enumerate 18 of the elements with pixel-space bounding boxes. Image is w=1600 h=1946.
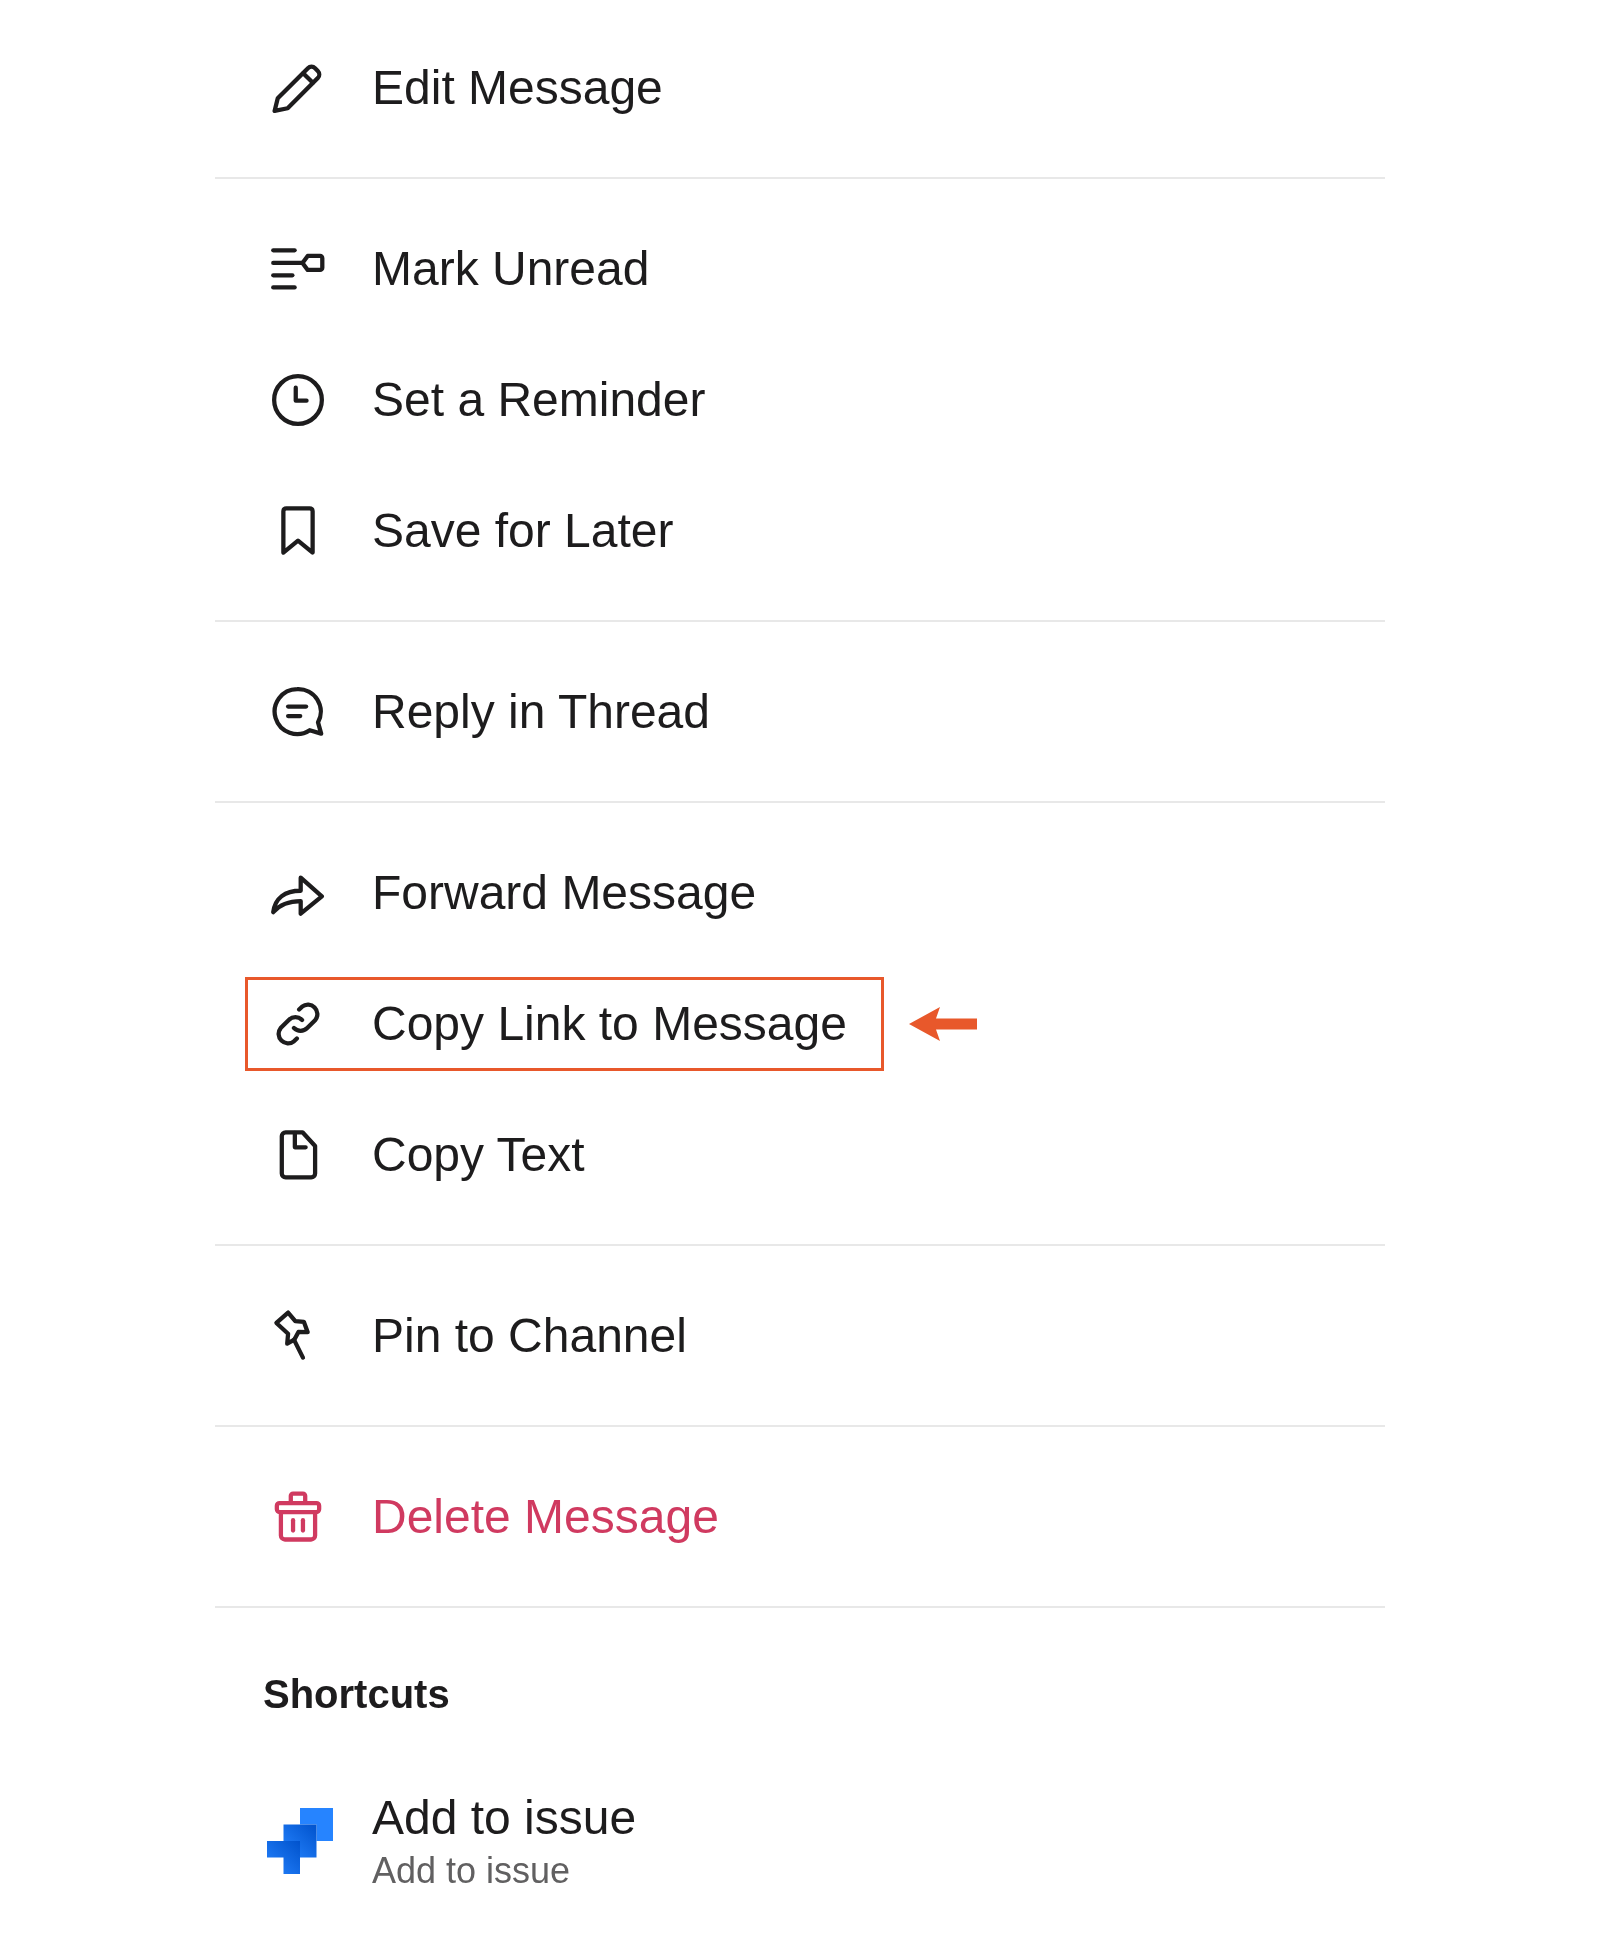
annotation-arrow	[908, 1004, 977, 1043]
menu-item[interactable]: Set a Reminder	[245, 352, 743, 447]
speech-bubble-icon	[271, 684, 325, 739]
clock-icon	[271, 372, 325, 427]
shortcut-title: Add to issue	[372, 1790, 637, 1845]
menu-item[interactable]: Pin to Channel	[245, 1288, 724, 1383]
menu-item[interactable]: Forward Message	[245, 845, 794, 940]
shortcut-item[interactable]: Add to issue Add to issue	[267, 1790, 637, 1892]
menu-item[interactable]: Copy Link to Message	[245, 976, 884, 1071]
menu-item[interactable]: Edit Message	[245, 40, 700, 135]
menu-item[interactable]: Copy Text	[245, 1107, 622, 1202]
menu-item[interactable]: Delete Message	[245, 1469, 756, 1564]
stacked-tiles-icon	[267, 1808, 333, 1874]
menu-item[interactable]: Reply in Thread	[245, 664, 747, 759]
menu-item[interactable]: Mark Unread	[245, 221, 687, 316]
shortcut-description: Add to issue	[372, 1849, 572, 1892]
section-heading: Shortcuts	[263, 1671, 450, 1718]
menu-item[interactable]: Save for Later	[245, 483, 711, 578]
